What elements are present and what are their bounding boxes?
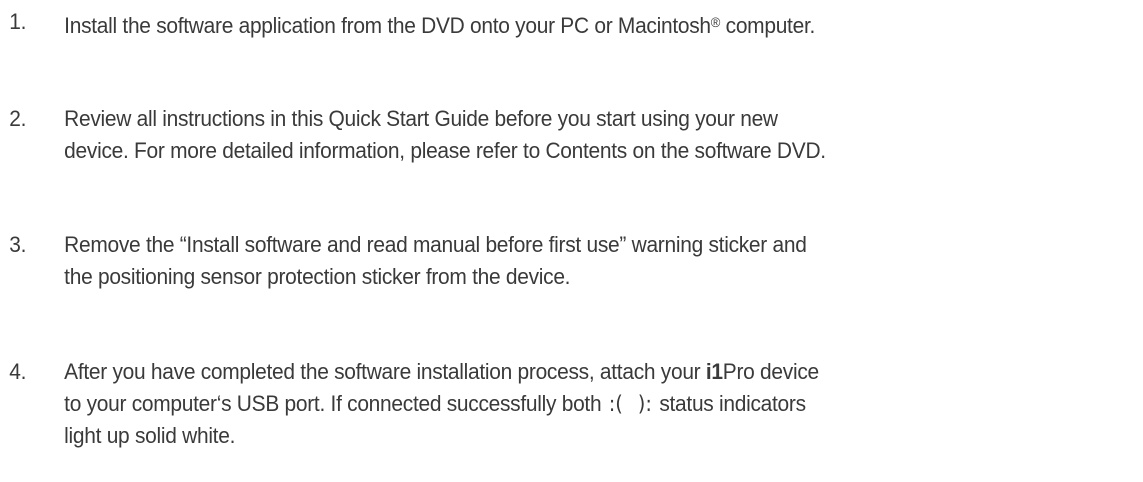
step-2: 2. Review all instructions in this Quick… <box>0 103 1143 167</box>
brand-i1: i1 <box>705 359 723 384</box>
step-text: Install the software application from th… <box>64 6 1124 42</box>
step-line: Install the software application from th… <box>64 6 1124 42</box>
step-line: Review all instructions in this Quick St… <box>64 106 778 131</box>
step-line-text: to your computer‘s USB port. If connecte… <box>64 391 607 416</box>
step-line: the positioning sensor protection sticke… <box>64 264 571 289</box>
step-number: 3. <box>9 232 27 257</box>
step-line: to your computer‘s USB port. If connecte… <box>64 388 1124 420</box>
step-line: Remove the “Install software and read ma… <box>64 232 807 257</box>
step-1: 1. Install the software application from… <box>0 6 1143 42</box>
step-number: 2. <box>9 106 27 131</box>
step-text: Remove the “Install software and read ma… <box>64 229 1124 293</box>
step-line-text: Install the software application from th… <box>64 13 711 38</box>
step-text: After you have completed the software in… <box>64 356 1124 452</box>
step-text: Review all instructions in this Quick St… <box>64 103 1124 167</box>
step-line: After you have completed the software in… <box>64 356 1124 388</box>
step-number: 1. <box>9 9 27 34</box>
step-line: light up solid white. <box>64 423 236 448</box>
step-line-text: computer. <box>720 13 816 38</box>
brand-product: Pro device <box>722 359 819 384</box>
registered-mark: ® <box>710 14 721 30</box>
status-indicator-right-icon: ): <box>637 392 652 416</box>
step-3: 3. Remove the “Install software and read… <box>0 229 1143 293</box>
step-line: device. For more detailed information, p… <box>64 138 826 163</box>
step-line-text: status indicators <box>653 391 806 416</box>
step-line-text: After you have completed the software in… <box>64 359 706 384</box>
step-number: 4. <box>9 359 27 384</box>
status-indicator-left-icon: :( <box>608 392 623 416</box>
step-4: 4. After you have completed the software… <box>0 356 1143 452</box>
